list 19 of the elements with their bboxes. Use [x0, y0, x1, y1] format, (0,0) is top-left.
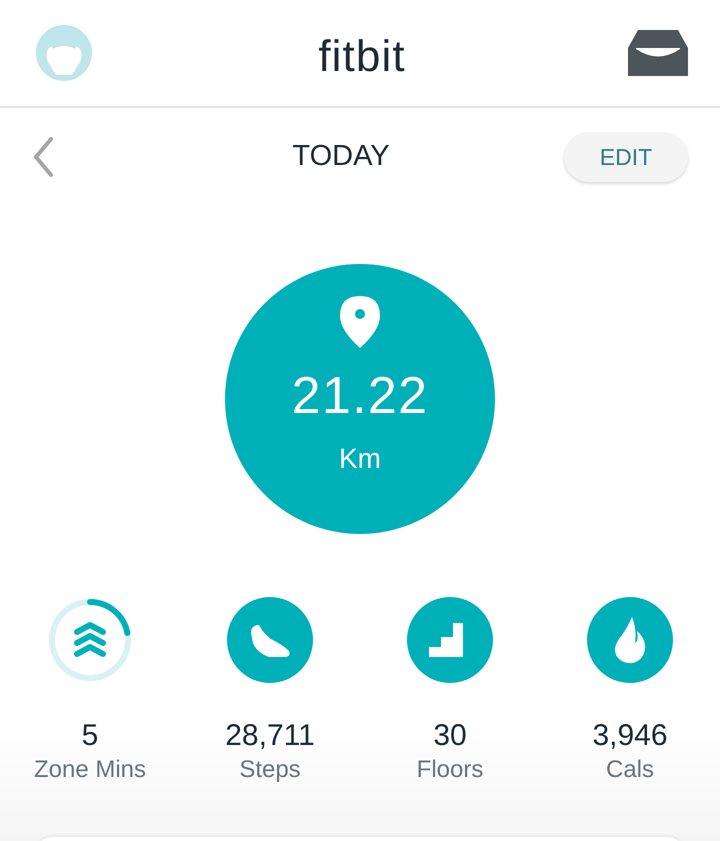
stat-label: Cals — [606, 755, 654, 785]
location-pin-icon — [340, 296, 380, 348]
stat-label: Steps — [239, 755, 301, 785]
stat-label: Floors — [416, 755, 484, 785]
stat-value: 30 — [433, 721, 467, 751]
stairs-icon — [407, 597, 493, 683]
distance-unit: Km — [339, 442, 381, 476]
stat-value: 28,711 — [225, 721, 315, 751]
stat-value: 3,946 — [592, 721, 668, 751]
zone-progress-ring-icon — [47, 597, 133, 683]
inbox-icon[interactable] — [628, 30, 688, 76]
edit-button[interactable]: EDIT — [564, 132, 688, 182]
stat-label: Zone Mins — [34, 755, 146, 785]
date-title: TODAY — [292, 139, 390, 174]
back-chevron-icon[interactable] — [32, 136, 54, 178]
flame-icon — [587, 597, 673, 683]
distance-value: 21.22 — [292, 370, 428, 422]
stat-value: 5 — [82, 721, 98, 751]
app-logo: fitbit — [318, 31, 406, 83]
